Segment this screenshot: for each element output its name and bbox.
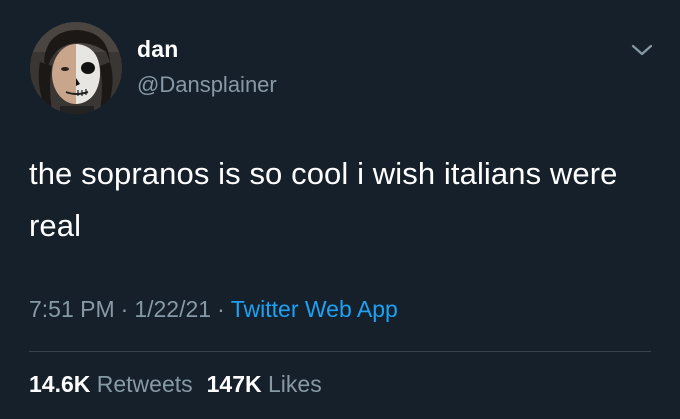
- avatar-photo: [30, 22, 122, 114]
- likes-stat[interactable]: 147K Likes: [207, 371, 322, 397]
- divider: [29, 351, 651, 352]
- tweet-card: dan @Dansplainer the sopranos is so cool…: [0, 0, 680, 419]
- retweets-count: 14.6K: [29, 371, 91, 397]
- retweets-stat[interactable]: 14.6K Retweets: [29, 371, 193, 397]
- meta-separator: ·: [217, 296, 225, 322]
- tweet-meta: 7:51 PM · 1/22/21 · Twitter Web App: [29, 296, 398, 323]
- retweets-label: Retweets: [96, 371, 193, 397]
- likes-label: Likes: [268, 371, 322, 397]
- tweet-text: the sopranos is so cool i wish italians …: [29, 156, 618, 243]
- tweet-time[interactable]: 7:51 PM: [29, 296, 115, 322]
- tweet-date[interactable]: 1/22/21: [134, 296, 211, 322]
- tweet-stats: 14.6K Retweets 147K Likes: [29, 371, 322, 398]
- meta-separator: ·: [120, 296, 129, 322]
- tweet-source-link[interactable]: Twitter Web App: [231, 296, 398, 322]
- author-display-name[interactable]: dan: [137, 36, 179, 63]
- likes-count: 147K: [206, 371, 262, 397]
- author-handle[interactable]: @Dansplainer: [137, 72, 277, 98]
- chevron-down-icon[interactable]: [628, 40, 656, 60]
- avatar[interactable]: [30, 22, 122, 114]
